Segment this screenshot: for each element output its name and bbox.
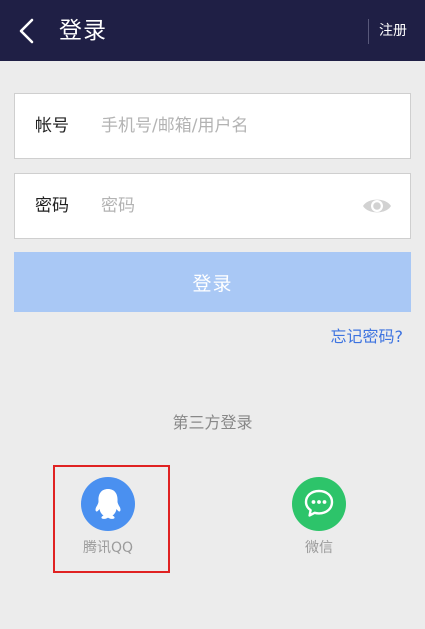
account-field: 帐号 bbox=[14, 93, 411, 159]
wechat-icon bbox=[304, 489, 334, 517]
qq-login-button[interactable]: 腾讯QQ bbox=[53, 477, 163, 567]
account-input[interactable] bbox=[101, 108, 341, 144]
password-input[interactable] bbox=[101, 188, 341, 224]
password-label: 密码 bbox=[35, 196, 69, 216]
eye-icon bbox=[363, 199, 391, 213]
wechat-login-button[interactable]: 微信 bbox=[264, 477, 374, 567]
password-field: 密码 bbox=[14, 173, 411, 239]
wechat-label: 微信 bbox=[305, 540, 333, 556]
header-divider bbox=[368, 19, 369, 44]
app-header: 登录 注册 bbox=[0, 0, 425, 61]
qq-label: 腾讯QQ bbox=[82, 540, 134, 556]
account-label: 帐号 bbox=[35, 116, 69, 136]
qq-icon-circle bbox=[81, 477, 135, 531]
register-button[interactable]: 注册 bbox=[379, 19, 407, 44]
login-button[interactable]: 登录 bbox=[14, 252, 411, 312]
forgot-password-link[interactable]: 忘记密码? bbox=[331, 326, 404, 348]
chevron-left-icon bbox=[19, 18, 34, 44]
page-title: 登录 bbox=[59, 18, 107, 44]
qq-icon bbox=[95, 489, 121, 519]
wechat-icon-circle bbox=[292, 477, 346, 531]
show-password-toggle[interactable] bbox=[361, 194, 393, 218]
third-party-title: 第三方登录 bbox=[172, 413, 253, 432]
back-button[interactable] bbox=[14, 17, 40, 45]
